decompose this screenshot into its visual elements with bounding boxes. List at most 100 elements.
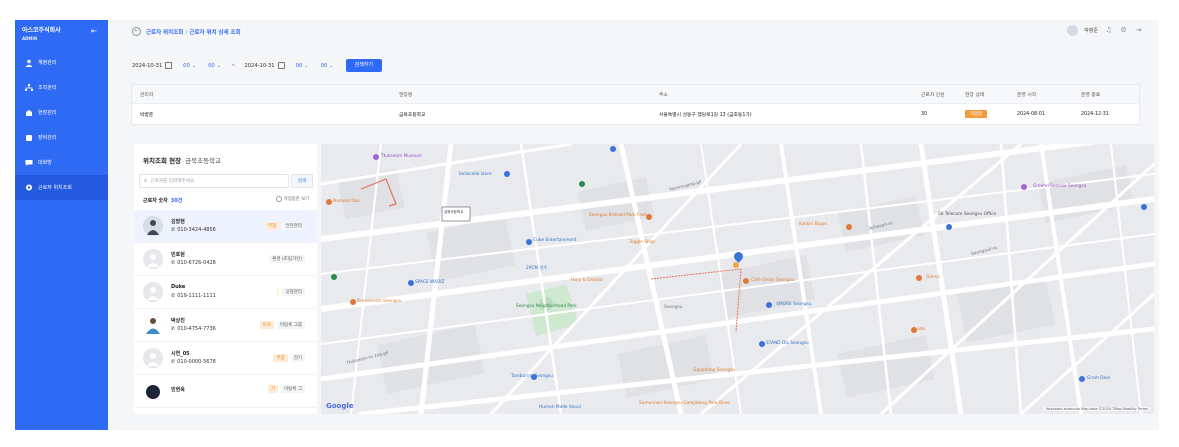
sidebar-item-label: 현장관리 <box>38 110 57 116</box>
map-poi-toggle[interactable]: Toggle Shop <box>629 240 655 245</box>
map-poi-breadsmith[interactable]: Breadsmith Seongsu <box>357 299 401 304</box>
shop-marker-icon[interactable] <box>1141 204 1147 210</box>
end-hour-select[interactable]: 00 ⌄ <box>292 59 313 72</box>
map-poi-numero[interactable]: Numero Dos <box>333 199 360 204</box>
sidebar-item-organization[interactable]: 조직관리 <box>15 75 108 100</box>
map-poi-cube[interactable]: Cube Entertainment <box>533 238 576 243</box>
map-poi-hary[interactable]: Hary & Onedar <box>571 278 603 283</box>
map-poi-ode[interactable]: ode <box>917 327 925 332</box>
map-attribution[interactable]: Keyboard shortcuts Map data ©2024 TMap M… <box>1044 407 1150 411</box>
list-item[interactable]: 민호원 ✆ 010-6726-0428 환경 (조립가인) <box>134 243 317 276</box>
worker-marker-icon[interactable] <box>733 262 739 268</box>
start-hour-value: 00 <box>183 62 190 69</box>
cell-start: 2024-08-01 <box>1017 111 1045 117</box>
shop-marker-icon[interactable] <box>1079 376 1085 382</box>
worker-name: 김방현 <box>171 219 185 225</box>
map-poi-museum[interactable]: Ttukseom Museum <box>381 154 422 159</box>
shop-marker-icon[interactable] <box>610 146 616 152</box>
logout-icon[interactable]: ⇥ <box>1134 26 1143 35</box>
restaurant-marker-icon[interactable] <box>326 199 332 205</box>
map-poi-human-made[interactable]: Human Made Seoul <box>539 405 581 410</box>
map-poi-spacewadiz[interactable]: SPACE WADIZ <box>415 280 444 285</box>
table-header-row: 관리자 현장명 주소 근로자 인원 현장 상태 운영 시작 운영 종료 <box>132 85 1139 104</box>
map-poi-kokkiri[interactable]: Kokkiri Bagel <box>799 222 827 227</box>
map-poi-gram[interactable]: Gram Deal <box>1087 376 1110 381</box>
map-poi-bellacella[interactable]: bellacella store <box>459 172 492 177</box>
restaurant-marker-icon[interactable] <box>350 299 356 305</box>
start-minute-select[interactable]: 00 ⌄ <box>204 59 225 72</box>
cell-end: 2024-12-31 <box>1081 111 1109 117</box>
role-tag: 미팅룩 그룹 <box>276 321 305 329</box>
sidebar-collapse-icon[interactable]: ⇤ <box>91 28 100 35</box>
working-only-toggle[interactable]: 작업중만 보기 <box>275 196 309 202</box>
restaurant-marker-icon[interactable] <box>916 275 922 281</box>
end-date-picker[interactable]: 2024-10-31 <box>241 59 287 72</box>
filter-bar: 2024-10-31 00 ⌄ 00 ⌄ ~ 2024-10-31 00 ⌄ 00 ⌄ … <box>129 58 382 73</box>
sidebar-item-sites[interactable]: 현장관리 <box>15 100 108 125</box>
user-avatar[interactable] <box>1067 25 1079 36</box>
list-item[interactable]: Duke ✆ 019-1111-1111 공정관리 <box>134 276 317 309</box>
worker-count-value: 30건 <box>170 198 183 204</box>
location-map[interactable]: 금북초등학교 Ttukseom Museum bellacella store … <box>321 144 1154 414</box>
restaurant-marker-icon[interactable] <box>846 224 852 230</box>
map-poi-gguldang[interactable]: Ggupdang Seongsu <box>693 368 735 373</box>
shop-marker-icon[interactable] <box>766 302 772 308</box>
shop-marker-icon[interactable] <box>504 171 510 177</box>
map-station-seongsu[interactable]: Seongsu <box>664 305 682 310</box>
col-header-address: 주소 <box>659 92 668 98</box>
end-minute-select[interactable]: 00 ⌄ <box>317 59 338 72</box>
worker-tags: 이사 미팅룩 그룹 <box>259 321 305 329</box>
site-icon <box>24 108 34 118</box>
park-marker-icon[interactable] <box>331 274 337 280</box>
restaurant-marker-icon[interactable] <box>646 214 652 220</box>
sidebar-item-label: 근로자 위치조회 <box>38 185 72 191</box>
cafe-marker-icon[interactable] <box>743 278 749 284</box>
worker-search-input[interactable]: ⌕ 근로자를 입력해주세요. <box>139 174 289 188</box>
worker-tags: 공정관리 <box>277 288 305 296</box>
shop-marker-icon[interactable] <box>1021 184 1027 190</box>
shop-marker-icon[interactable] <box>526 239 532 245</box>
bell-icon[interactable]: ♫ <box>1104 26 1113 35</box>
shop-marker-icon[interactable] <box>759 341 765 347</box>
park-marker-icon[interactable] <box>579 181 585 187</box>
sidebar-item-accounts[interactable]: 계정관리 <box>15 50 108 75</box>
shop-marker-icon[interactable] <box>946 224 952 230</box>
map-poi-ground-seesaw[interactable]: Ground Seesaw Seongsu <box>1033 184 1086 189</box>
map-poi-29cm[interactable]: 29CM 성수 <box>526 265 547 271</box>
sidebar-item-worker-location[interactable]: 근로자 위치조회 <box>15 175 108 200</box>
sidebar-item-devices[interactable]: 장비관리 <box>15 125 108 150</box>
svg-text:금북초등학교: 금북초등학교 <box>444 209 464 214</box>
top-header: ← 근로자 위치조회 / 근로자 위치 상세 조회 박병준 ♫ ⚙ ⇥ <box>108 20 1159 44</box>
map-poi-park[interactable]: Seongsu Neighborhood Park <box>516 304 577 309</box>
start-date-picker[interactable]: 2024-10-31 <box>129 59 175 72</box>
shop-marker-icon[interactable] <box>408 280 414 286</box>
gear-icon[interactable]: ⚙ <box>1119 26 1128 35</box>
chevron-down-icon: ⌄ <box>329 62 334 69</box>
toggle-label: 작업중만 보기 <box>283 197 309 202</box>
back-arrow-icon[interactable]: ← <box>132 27 141 36</box>
search-button[interactable]: 검색하기 <box>345 59 382 72</box>
shop-marker-icon[interactable] <box>531 374 537 380</box>
map-poi-stand-oil[interactable]: STAND OIL Seongsu <box>766 341 809 346</box>
worker-search-button[interactable]: 검색 <box>291 174 313 188</box>
worker-phone-value: 010-4754-7736 <box>177 326 216 332</box>
list-item[interactable]: 민현욱 기 미팅룩 그 <box>134 375 317 408</box>
map-poi-gimsa[interactable]: Gimsa <box>926 275 940 280</box>
list-item[interactable]: 시연_05 ✆ 010-0000-5678 부장 전기 <box>134 342 317 375</box>
map-poi-xmore[interactable]: XMORE Seongsu <box>776 302 812 307</box>
calendar-icon <box>277 62 285 69</box>
list-item[interactable]: 박상진 ✆ 010-4754-7736 이사 미팅룩 그룹 <box>134 309 317 342</box>
restaurant-marker-icon[interactable] <box>911 327 917 333</box>
museum-marker-icon[interactable] <box>373 154 379 160</box>
map-poi-braised-pork[interactable]: Seongsu Braised Pork Feet <box>589 213 646 218</box>
map-poi-somunnan[interactable]: Somunnan Seongsu Gamjatang Pork Bone <box>639 401 730 406</box>
position-tag <box>277 288 280 296</box>
worker-tags: 부장 안전관리 <box>265 222 305 230</box>
list-item[interactable]: 김방현 ✆ 010-3424-4856 부장 안전관리 <box>134 210 317 243</box>
map-poi-sk-telecom[interactable]: SK Telecom Seongsu Office <box>938 212 996 217</box>
breadcrumb-parent[interactable]: 근로자 위치조회 <box>146 30 183 36</box>
map-poi-cafe-onion[interactable]: Cafe Onion Seongsu <box>751 278 795 283</box>
sidebar-item-chat[interactable]: 대화방 <box>15 150 108 175</box>
panel-title: 위치조회 현장 금북초등학교 <box>143 155 221 165</box>
start-hour-select[interactable]: 00 ⌄ <box>179 59 200 72</box>
